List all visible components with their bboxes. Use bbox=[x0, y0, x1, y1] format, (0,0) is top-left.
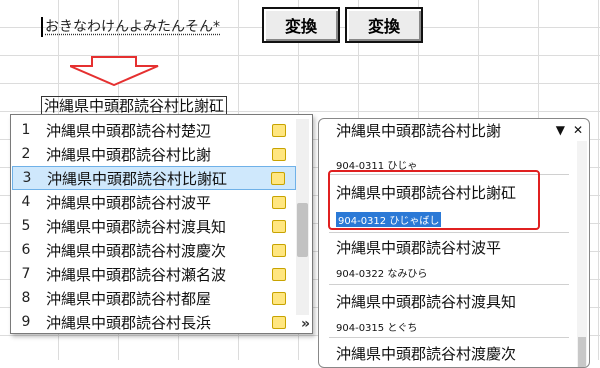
dropdown-menu-icon[interactable]: ▼ bbox=[556, 123, 565, 137]
note-icon[interactable] bbox=[272, 219, 286, 233]
candidate-item-2[interactable]: 2 沖縄県中頭郡読谷村比謝 bbox=[12, 142, 296, 166]
dict-entry-title: 沖縄県中頭郡読谷村比謝 bbox=[336, 122, 502, 140]
candidate-number: 2 bbox=[21, 146, 31, 162]
candidate-text: 沖縄県中頭郡読谷村比謝 bbox=[46, 145, 212, 164]
note-icon[interactable] bbox=[272, 291, 286, 305]
candidate-item-1[interactable]: 1 沖縄県中頭郡読谷村楚辺 bbox=[12, 118, 296, 142]
divider bbox=[329, 232, 569, 233]
candidate-item-6[interactable]: 6 沖縄県中頭郡読谷村渡慶次 bbox=[12, 238, 296, 262]
down-arrow-icon bbox=[70, 56, 159, 86]
dict-entry-title: 沖縄県中頭郡読谷村渡具知 bbox=[336, 293, 517, 311]
dictionary-scrollbar[interactable] bbox=[577, 141, 587, 367]
dict-entry-reading: 904-0315 とぐち bbox=[336, 323, 418, 334]
divider bbox=[329, 284, 569, 285]
note-icon[interactable] bbox=[272, 123, 286, 137]
candidate-text: 沖縄県中頭郡読谷村渡具知 bbox=[46, 217, 227, 236]
note-icon[interactable] bbox=[272, 243, 286, 257]
candidate-scrollbar[interactable] bbox=[296, 119, 309, 315]
dictionary-scrollbar-thumb[interactable] bbox=[578, 337, 586, 367]
note-icon[interactable] bbox=[272, 315, 286, 329]
candidate-number: 1 bbox=[21, 122, 31, 138]
note-icon[interactable] bbox=[271, 171, 285, 185]
candidate-text: 沖縄県中頭郡読谷村波平 bbox=[46, 193, 212, 212]
candidate-number: 5 bbox=[21, 218, 31, 234]
ime-candidate-window: 1 沖縄県中頭郡読谷村楚辺 2 沖縄県中頭郡読谷村比謝 3 沖縄県中頭郡読谷村比… bbox=[10, 114, 313, 334]
candidate-item-4[interactable]: 4 沖縄県中頭郡読谷村波平 bbox=[12, 190, 296, 214]
candidate-scrollbar-thumb[interactable] bbox=[297, 203, 308, 257]
dictionary-panel: ▼ ✕ 沖縄県中頭郡読谷村比謝 904-0311 ひじゃ 沖縄県中頭郡読谷村比謝… bbox=[318, 118, 590, 368]
candidate-number: 4 bbox=[21, 194, 31, 210]
candidate-number: 9 bbox=[21, 314, 31, 330]
candidate-text: 沖縄県中頭郡読谷村瀬名波 bbox=[46, 265, 227, 284]
candidate-number: 8 bbox=[21, 290, 31, 306]
dictionary-toolbar: ▼ ✕ bbox=[556, 123, 583, 137]
close-icon[interactable]: ✕ bbox=[573, 123, 583, 137]
note-icon[interactable] bbox=[272, 147, 286, 161]
convert-button-1[interactable]: 変換 bbox=[262, 7, 340, 43]
candidate-text: 沖縄県中頭郡読谷村都屋 bbox=[46, 289, 212, 308]
ime-composition-text: おきなわけんよみたんそん* bbox=[41, 17, 220, 37]
candidate-number: 6 bbox=[21, 242, 31, 258]
candidate-text: 沖縄県中頭郡読谷村比謝矼 bbox=[47, 169, 228, 188]
convert-button-2[interactable]: 変換 bbox=[345, 7, 423, 43]
candidate-item-7[interactable]: 7 沖縄県中頭郡読谷村瀬名波 bbox=[12, 262, 296, 286]
divider bbox=[329, 337, 569, 338]
candidate-item-3-selected[interactable]: 3 沖縄県中頭郡読谷村比謝矼 bbox=[12, 166, 296, 190]
note-icon[interactable] bbox=[272, 267, 286, 281]
expand-chevrons-icon[interactable]: » bbox=[301, 316, 310, 332]
candidate-item-5[interactable]: 5 沖縄県中頭郡読谷村渡具知 bbox=[12, 214, 296, 238]
dict-entry-title: 沖縄県中頭郡読谷村渡慶次 bbox=[336, 345, 517, 363]
candidate-text: 沖縄県中頭郡読谷村楚辺 bbox=[46, 121, 212, 140]
dict-entry-reading: 904-0322 なみひら bbox=[336, 269, 428, 280]
dict-entry-title: 沖縄県中頭郡読谷村波平 bbox=[336, 239, 502, 257]
highlight-callout-box bbox=[328, 170, 540, 230]
candidate-text: 沖縄県中頭郡読谷村渡慶次 bbox=[46, 241, 227, 260]
candidate-text: 沖縄県中頭郡読谷村長浜 bbox=[46, 313, 212, 332]
candidate-number: 3 bbox=[22, 170, 32, 186]
candidate-number: 7 bbox=[21, 266, 31, 282]
note-icon[interactable] bbox=[272, 195, 286, 209]
candidate-item-8[interactable]: 8 沖縄県中頭郡読谷村都屋 bbox=[12, 286, 296, 310]
candidate-item-9[interactable]: 9 沖縄県中頭郡読谷村長浜 bbox=[12, 310, 296, 334]
